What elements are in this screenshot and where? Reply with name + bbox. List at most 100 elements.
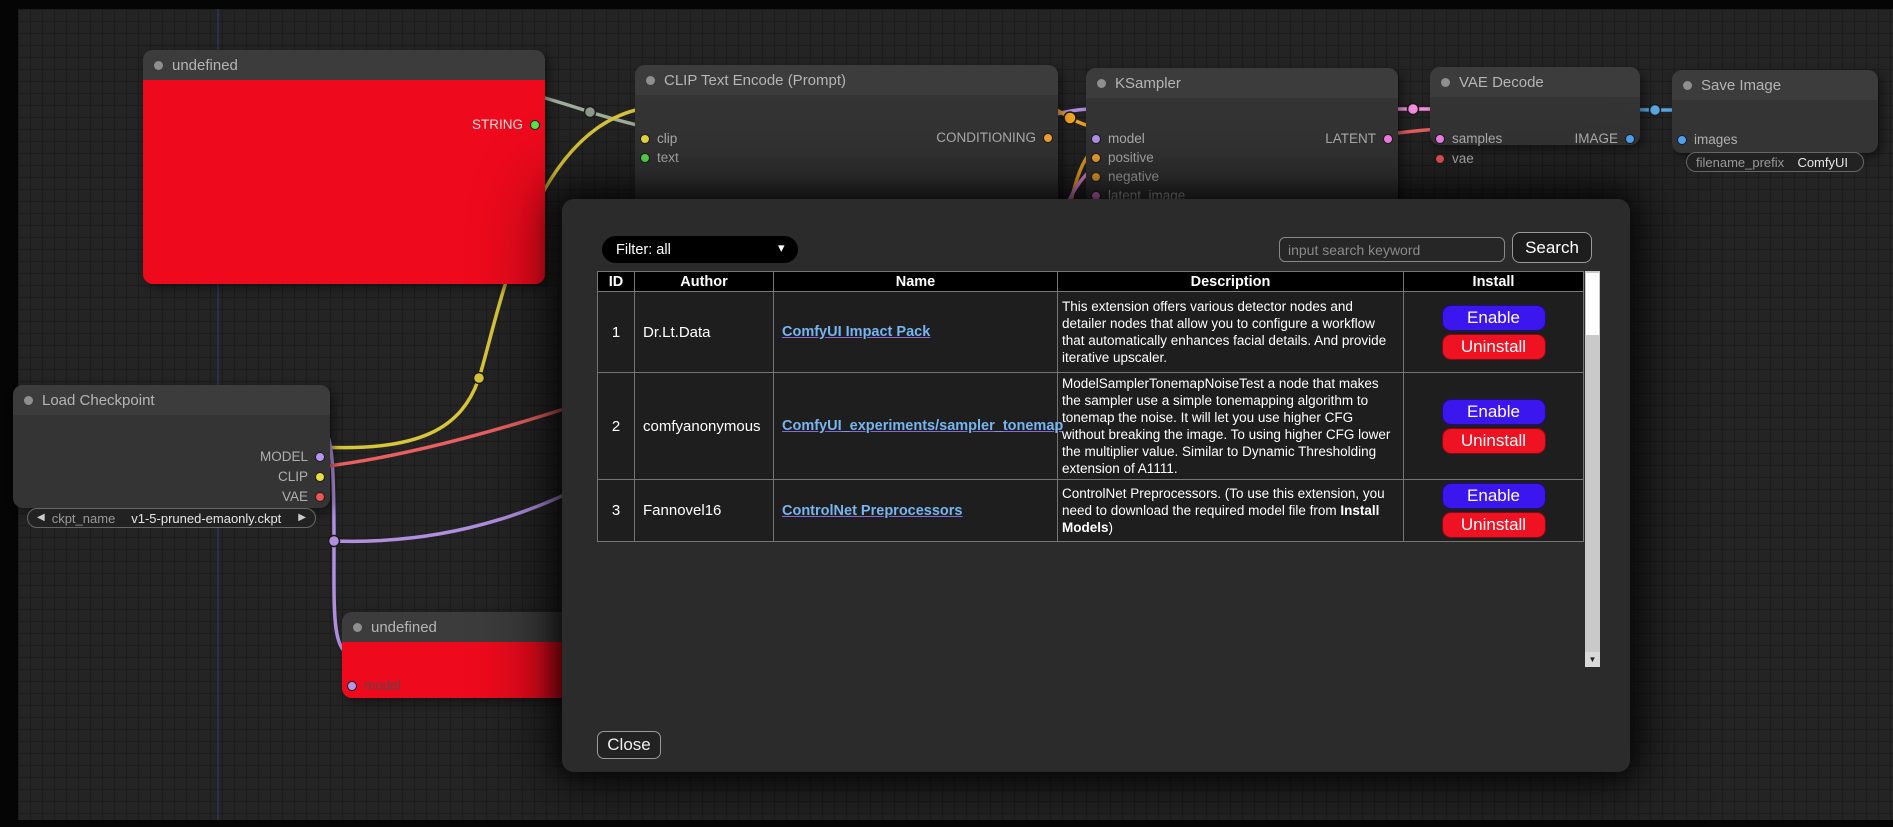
node-header[interactable]: undefined [143,50,545,80]
close-button[interactable]: Close [597,731,661,759]
reroute-dot-conditioning[interactable] [1064,112,1076,124]
search-input[interactable] [1279,237,1505,262]
previous-arrow-icon[interactable]: ◀ [37,513,45,523]
enable-button[interactable]: Enable [1442,305,1546,331]
extension-author: Dr.Lt.Data [635,292,774,373]
enable-button[interactable]: Enable [1442,399,1546,425]
input-port-label: model [364,678,401,693]
output-port-label: IMAGE [1574,131,1618,146]
extension-install-cell: Enable Uninstall [1404,373,1584,480]
input-port-label: positive [1108,150,1154,165]
input-port-label: images [1694,132,1738,147]
extensions-table-header-row: IDAuthorNameDescriptionInstall [598,272,1584,292]
ckpt-name-widget[interactable]: ◀ ckpt_name v1-5-pruned-emaonly.ckpt ▶ [27,508,316,528]
input-port-negative[interactable] [1091,172,1101,182]
node-title: VAE Decode [1459,74,1544,91]
output-port-label: STRING [472,117,523,132]
canvas-edge [0,0,1893,9]
input-port-label: negative [1108,169,1159,184]
description-text: ModelSamplerTonemapNoiseTest a node that… [1062,376,1390,476]
node-title: undefined [172,57,238,74]
output-port-image[interactable] [1625,134,1635,144]
scrollbar-thumb[interactable] [1586,273,1599,335]
node-header[interactable]: CLIP Text Encode (Prompt) [635,65,1058,95]
input-port-label: vae [1452,151,1474,166]
output-port-clip[interactable] [315,472,325,482]
reroute-dot-model[interactable] [329,536,340,547]
uninstall-button[interactable]: Uninstall [1442,334,1546,360]
extension-author: comfyanonymous [635,373,774,480]
output-port-conditioning[interactable] [1043,133,1053,143]
description-text: ControlNet Preprocessors. (To use this e… [1062,486,1385,518]
extension-manager-dialog: Filter: all ▾ Search IDAuthorNameDescrip… [562,199,1630,772]
extensions-table: IDAuthorNameDescriptionInstall 1Dr.Lt.Da… [597,271,1584,542]
output-port-string[interactable] [530,120,540,130]
node-status-dot-icon [154,61,163,70]
node-title: undefined [371,619,437,636]
reroute-dot-image[interactable] [1650,105,1661,116]
extension-row: 3Fannovel16ControlNet PreprocessorsContr… [598,480,1584,542]
extension-name: ComfyUI_experiments/sampler_tonemap [774,373,1058,480]
uninstall-button[interactable]: Uninstall [1442,512,1546,538]
input-port-vae[interactable] [1435,154,1445,164]
node-status-dot-icon [1683,81,1692,90]
extension-link[interactable]: ComfyUI Impact Pack [782,324,930,340]
reroute-dot-string[interactable] [585,107,596,118]
extension-row: 1Dr.Lt.DataComfyUI Impact PackThis exten… [598,292,1584,373]
column-header-install: Install [1404,272,1584,292]
extension-description: This extension offers various detector n… [1058,292,1404,373]
column-header-id: ID [598,272,635,292]
input-port-images[interactable] [1677,135,1687,145]
extension-link[interactable]: ControlNet Preprocessors [782,503,963,519]
output-port-latent[interactable] [1383,134,1393,144]
node-undefined-top[interactable]: undefined STRING [143,50,545,284]
node-header[interactable]: Load Checkpoint [13,385,330,415]
reroute-dot-clip[interactable] [474,373,485,384]
input-port-positive[interactable] [1091,153,1101,163]
uninstall-button[interactable]: Uninstall [1442,428,1546,454]
extension-install-cell: Enable Uninstall [1404,292,1584,373]
node-status-dot-icon [1441,78,1450,87]
node-body: images filename_prefix ComfyUI [1672,100,1878,153]
next-arrow-icon[interactable]: ▶ [298,513,306,523]
node-status-dot-icon [646,76,655,85]
node-status-dot-icon [353,623,362,632]
comfyui-canvas[interactable]: undefined STRING CLIP Text Encode (Promp… [0,0,1893,827]
output-port-vae[interactable] [315,492,325,502]
input-port-model[interactable] [347,681,357,691]
extension-link[interactable]: ComfyUI_experiments/sampler_tonemap [782,418,1063,434]
filename-prefix-widget[interactable]: filename_prefix ComfyUI [1686,152,1864,172]
extension-install-cell: Enable Uninstall [1404,480,1584,542]
canvas-edge [0,820,1893,827]
column-header-author: Author [635,272,774,292]
node-title: Load Checkpoint [42,392,155,409]
node-header[interactable]: Save Image [1672,70,1878,100]
node-header[interactable]: KSampler [1086,68,1398,98]
node-vae-decode[interactable]: VAE Decode samples vae IMAGE [1430,67,1640,145]
extension-description: ControlNet Preprocessors. (To use this e… [1058,480,1404,542]
extension-description: ModelSamplerTonemapNoiseTest a node that… [1058,373,1404,480]
description-text: ) [1109,520,1114,535]
reroute-dot-latent[interactable] [1408,104,1419,115]
node-load-checkpoint[interactable]: Load Checkpoint MODEL CLIP VAE ◀ ckpt_na… [13,385,330,508]
widget-value: ComfyUI [1797,155,1848,170]
scrollbar-down-button[interactable]: ▼ [1585,652,1600,667]
filter-select[interactable]: Filter: all [602,236,798,263]
output-port-label: MODEL [260,449,308,464]
extension-row: 2comfyanonymousComfyUI_experiments/sampl… [598,373,1584,480]
node-title: KSampler [1115,75,1181,92]
input-port-label: text [657,150,679,165]
node-save-image[interactable]: Save Image images filename_prefix ComfyU… [1672,70,1878,153]
search-button[interactable]: Search [1512,232,1592,263]
extension-id: 2 [598,373,635,480]
extension-name: ComfyUI Impact Pack [774,292,1058,373]
node-header[interactable]: VAE Decode [1430,67,1640,97]
enable-button[interactable]: Enable [1442,483,1546,509]
output-port-label: LATENT [1325,131,1376,146]
scrollbar-track[interactable]: ▼ [1585,271,1600,667]
input-port-text[interactable] [640,153,650,163]
widget-label: filename_prefix [1696,155,1784,170]
column-header-name: Name [774,272,1058,292]
output-port-model[interactable] [315,452,325,462]
wire-string [535,95,645,127]
